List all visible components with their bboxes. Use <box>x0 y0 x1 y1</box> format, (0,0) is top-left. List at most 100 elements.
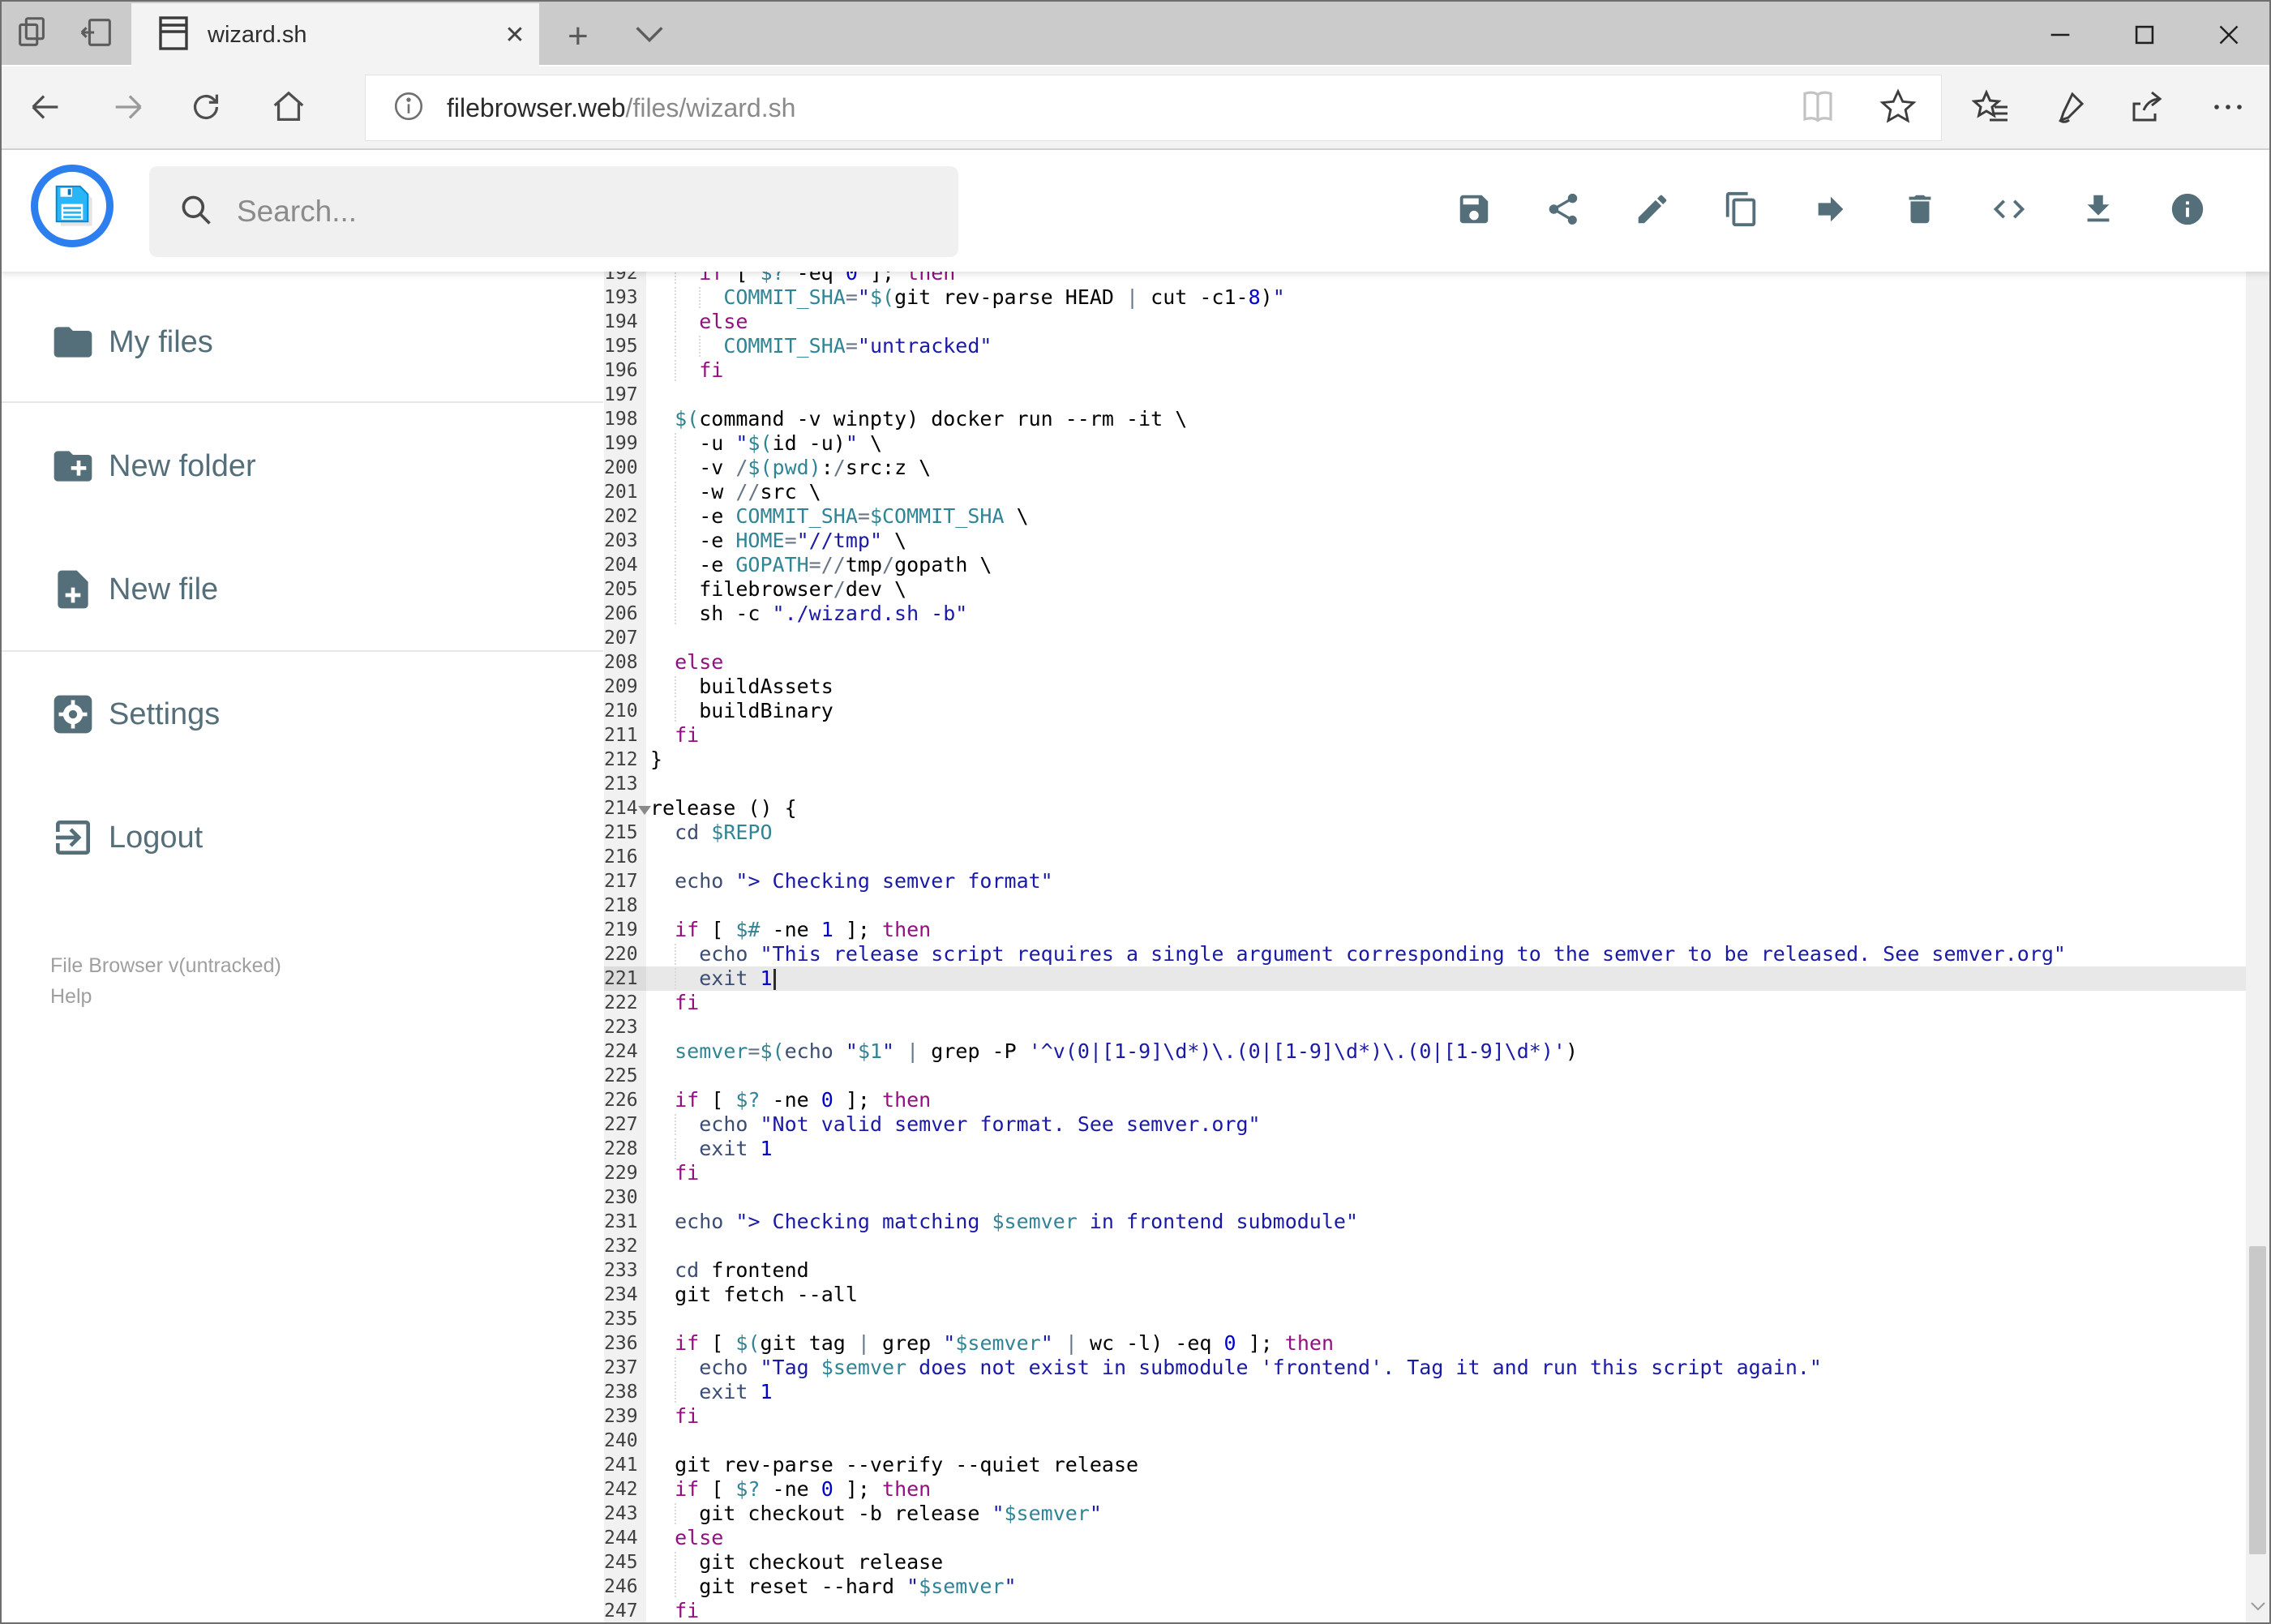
code-line-243[interactable]: 243 git checkout -b release "$semver" <box>604 1502 2246 1526</box>
code-line-209[interactable]: 209 buildAssets <box>604 675 2246 699</box>
line-number[interactable]: 235 <box>604 1307 646 1331</box>
line-number[interactable]: 233 <box>604 1258 646 1283</box>
line-number[interactable]: 197 <box>604 383 646 407</box>
line-number[interactable]: 247 <box>604 1599 646 1622</box>
add-favorite-star-icon[interactable] <box>1879 88 1917 129</box>
share-page-icon[interactable] <box>2118 78 2176 136</box>
code-line-193[interactable]: 193 COMMIT_SHA="$(git rev-parse HEAD | c… <box>604 285 2246 310</box>
code-line-239[interactable]: 239 fi <box>604 1404 2246 1429</box>
line-number[interactable]: 192 <box>604 272 646 285</box>
code-line-203[interactable]: 203 -e HOME="//tmp" \ <box>604 529 2246 553</box>
code-line-229[interactable]: 229 fi <box>604 1161 2246 1185</box>
code-line-215[interactable]: 215 cd $REPO <box>604 821 2246 845</box>
line-number[interactable]: 211 <box>604 723 646 748</box>
line-number[interactable]: 214 <box>604 796 651 821</box>
line-number[interactable]: 216 <box>604 845 646 869</box>
code-line-213[interactable]: 213 <box>604 772 2246 796</box>
scroll-down-icon[interactable] <box>2246 1590 2269 1622</box>
help-link[interactable]: Help <box>50 985 92 1009</box>
code-line-228[interactable]: 228 exit 1 <box>604 1137 2246 1161</box>
line-number[interactable]: 226 <box>604 1088 646 1112</box>
sidebar-item-new-folder[interactable]: New folder <box>0 426 604 507</box>
line-number[interactable]: 234 <box>604 1283 646 1307</box>
code-line-208[interactable]: 208 else <box>604 650 2246 675</box>
home-icon[interactable] <box>259 78 318 136</box>
code-line-224[interactable]: 224 semver=$(echo "$1" | grep -P '^v(0|[… <box>604 1039 2246 1064</box>
line-number[interactable]: 196 <box>604 358 646 383</box>
line-number[interactable]: 243 <box>604 1502 646 1526</box>
line-number[interactable]: 202 <box>604 504 646 529</box>
web-notes-pen-icon[interactable] <box>2040 78 2098 136</box>
line-number[interactable]: 218 <box>604 893 646 918</box>
code-line-217[interactable]: 217 echo "> Checking semver format" <box>604 869 2246 893</box>
code-line-231[interactable]: 231 echo "> Checking matching $semver in… <box>604 1210 2246 1234</box>
tabs-set-aside-icon[interactable] <box>14 14 51 55</box>
line-number[interactable]: 195 <box>604 334 646 358</box>
code-line-216[interactable]: 216 <box>604 845 2246 869</box>
line-number[interactable]: 219 <box>604 918 646 942</box>
code-editor[interactable]: 192 if [ $? -eq 0 ]; then 193 COMMIT_SHA=… <box>604 272 2246 1622</box>
share-button[interactable] <box>1545 192 1582 229</box>
line-number[interactable]: 237 <box>604 1356 646 1380</box>
code-line-232[interactable]: 232 <box>604 1234 2246 1258</box>
code-line-198[interactable]: 198 $(command -v winpty) docker run --rm… <box>604 407 2246 431</box>
line-number[interactable]: 213 <box>604 772 646 796</box>
copy-button[interactable] <box>1723 191 1760 229</box>
sidebar-item-my-files[interactable]: My files <box>0 302 604 383</box>
code-line-204[interactable]: 204 -e GOPATH=//tmp/gopath \ <box>604 553 2246 577</box>
line-number[interactable]: 220 <box>604 942 646 966</box>
address-bar[interactable]: filebrowser.web/files/wizard.sh <box>365 75 1942 141</box>
minimize-button[interactable] <box>2018 3 2102 66</box>
line-number[interactable]: 227 <box>604 1112 646 1137</box>
code-line-214[interactable]: 214 release () { <box>604 796 2246 821</box>
line-number[interactable]: 242 <box>604 1477 646 1502</box>
code-line-194[interactable]: 194 else <box>604 310 2246 334</box>
save-button[interactable] <box>1455 192 1493 229</box>
code-line-205[interactable]: 205 filebrowser/dev \ <box>604 577 2246 602</box>
code-line-247[interactable]: 247 fi <box>604 1599 2246 1622</box>
line-number[interactable]: 230 <box>604 1185 646 1210</box>
code-line-218[interactable]: 218 <box>604 893 2246 918</box>
code-line-222[interactable]: 222 fi <box>604 991 2246 1015</box>
code-line-219[interactable]: 219 if [ $# -ne 1 ]; then <box>604 918 2246 942</box>
new-tab-icon[interactable]: + <box>568 16 589 57</box>
code-line-201[interactable]: 201 -w //src \ <box>604 480 2246 504</box>
move-button[interactable] <box>1812 192 1849 229</box>
code-line-197[interactable]: 197 <box>604 383 2246 407</box>
raw-code-button[interactable] <box>1990 192 2028 229</box>
code-line-246[interactable]: 246 git reset --hard "$semver" <box>604 1575 2246 1599</box>
maximize-button[interactable] <box>2102 3 2187 66</box>
code-line-196[interactable]: 196 fi <box>604 358 2246 383</box>
code-line-221[interactable]: 221 exit 1 <box>604 966 2246 991</box>
code-line-200[interactable]: 200 -v /$(pwd):/src:z \ <box>604 456 2246 480</box>
code-line-227[interactable]: 227 echo "Not valid semver format. See s… <box>604 1112 2246 1137</box>
code-line-212[interactable]: 212} <box>604 748 2246 772</box>
line-number[interactable]: 245 <box>604 1550 646 1575</box>
line-number[interactable]: 240 <box>604 1429 646 1453</box>
line-number[interactable]: 204 <box>604 553 646 577</box>
code-line-238[interactable]: 238 exit 1 <box>604 1380 2246 1404</box>
line-number[interactable]: 199 <box>604 431 646 456</box>
line-number[interactable]: 207 <box>604 626 646 650</box>
line-number[interactable]: 198 <box>604 407 646 431</box>
sidebar-item-logout[interactable]: Logout <box>0 797 604 878</box>
code-line-199[interactable]: 199 -u "$(id -u)" \ <box>604 431 2246 456</box>
line-number[interactable]: 200 <box>604 456 646 480</box>
line-number[interactable]: 221 <box>604 966 646 991</box>
line-number[interactable]: 217 <box>604 869 646 893</box>
line-number[interactable]: 223 <box>604 1015 646 1039</box>
code-line-207[interactable]: 207 <box>604 626 2246 650</box>
code-line-242[interactable]: 242 if [ $? -ne 0 ]; then <box>604 1477 2246 1502</box>
close-tab-icon[interactable]: ✕ <box>491 21 539 49</box>
line-number[interactable]: 209 <box>604 675 646 699</box>
code-line-237[interactable]: 237 echo "Tag $semver does not exist in … <box>604 1356 2246 1380</box>
line-number[interactable]: 206 <box>604 602 646 626</box>
browser-tab[interactable]: wizard.sh ✕ <box>131 3 539 66</box>
forward-icon[interactable] <box>99 78 157 136</box>
line-number[interactable]: 244 <box>604 1526 646 1550</box>
close-window-button[interactable] <box>2187 3 2271 66</box>
line-number[interactable]: 229 <box>604 1161 646 1185</box>
filebrowser-logo[interactable] <box>31 165 114 247</box>
scrollbar-thumb[interactable] <box>2249 1246 2266 1554</box>
code-line-245[interactable]: 245 git checkout release <box>604 1550 2246 1575</box>
